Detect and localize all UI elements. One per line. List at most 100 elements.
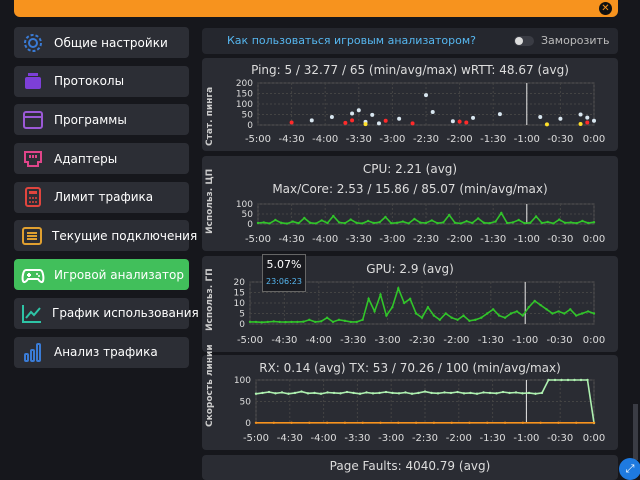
x-tick-label: -4:30	[277, 433, 303, 444]
data-point	[488, 222, 491, 225]
sidebar-item-4[interactable]: Лимит трафика	[14, 181, 189, 213]
x-tick-label: -2:00	[446, 433, 472, 444]
window-icon	[21, 109, 45, 131]
data-point	[557, 310, 560, 313]
data-point	[486, 421, 489, 424]
data-point	[457, 119, 462, 124]
sidebar-item-label: Адаптеры	[54, 151, 118, 166]
data-point	[355, 320, 358, 324]
data-point	[426, 306, 430, 309]
x-tick-label: -1:00	[512, 335, 538, 346]
data-point	[272, 421, 275, 424]
data-point	[285, 222, 289, 225]
sidebar-item-0[interactable]: Общие настройки	[14, 27, 189, 58]
sidebar-item-2[interactable]: Программы	[14, 104, 189, 136]
data-point	[356, 108, 361, 113]
data-point	[453, 221, 457, 224]
sidebar-item-5[interactable]: Текущие подключения	[14, 220, 197, 252]
data-point	[587, 221, 590, 225]
data-point	[331, 320, 335, 324]
x-tick-label: -1:00	[514, 234, 540, 245]
data-point	[401, 220, 405, 223]
data-point	[367, 297, 370, 300]
data-point	[293, 391, 297, 395]
data-point	[486, 312, 489, 315]
data-point	[581, 219, 584, 223]
sidebar-item-8[interactable]: Анализ трафика	[14, 336, 189, 368]
data-point	[592, 312, 596, 315]
data-point	[449, 391, 453, 395]
help-link[interactable]: Как пользоваться игровым анализатором?	[227, 34, 476, 47]
data-point	[544, 122, 549, 127]
data-point	[417, 391, 420, 395]
close-icon[interactable]: ✕	[599, 2, 612, 15]
data-point	[379, 293, 382, 296]
data-point	[414, 312, 418, 315]
network-panel: RX: 0.14 (avg) TX: 53 / 70.26 / 100 (min…	[202, 344, 618, 450]
y-tick-label: 50	[242, 111, 254, 121]
data-point	[575, 222, 578, 225]
data-point	[523, 222, 526, 225]
data-point	[410, 392, 414, 395]
data-point	[575, 421, 578, 424]
data-point	[456, 318, 459, 321]
data-point	[419, 221, 422, 224]
sidebar-item-7[interactable]: График использования	[14, 297, 199, 329]
data-point	[503, 421, 507, 424]
x-tick-label: -4:00	[306, 335, 332, 346]
data-point	[580, 312, 584, 315]
cpu-chart: -5:00 -4:30 -4:00 -3:30 -3:00 -2:30 -2:00 -1:30…	[236, 200, 605, 245]
data-point	[306, 392, 310, 395]
data-point	[450, 119, 455, 124]
data-point	[488, 391, 492, 395]
data-point	[403, 301, 406, 305]
data-point	[469, 391, 472, 395]
data-point	[361, 421, 364, 424]
y-tick-label: 0	[245, 419, 251, 429]
data-point	[302, 320, 305, 323]
tooltip-value: 5.07%	[266, 258, 302, 271]
cpu-panel: CPU: 2.21 (avg) Max/Core: 2.53 / 15.86 /…	[202, 156, 618, 251]
scrollbar[interactable]	[633, 404, 638, 460]
page-faults-panel: Page Faults: 4040.79 (avg)	[202, 455, 618, 480]
data-point	[432, 421, 436, 424]
data-point	[540, 391, 544, 395]
data-point	[579, 378, 583, 382]
expand-icon[interactable]: ⤢	[619, 458, 640, 480]
x-tick-label: 0:00	[583, 335, 605, 346]
data-point	[350, 118, 355, 123]
data-point	[430, 219, 433, 222]
x-tick-label: -3:00	[379, 134, 405, 145]
data-point	[329, 115, 334, 120]
x-tick-label: -5:00	[245, 234, 271, 245]
data-point	[272, 320, 275, 323]
sidebar-item-3[interactable]: Адаптеры	[14, 143, 189, 175]
sidebar-item-6[interactable]: Игровой анализатор	[14, 259, 189, 291]
data-point	[332, 391, 336, 395]
data-point	[557, 421, 560, 424]
data-point	[540, 221, 544, 225]
data-point	[319, 320, 323, 323]
data-point	[563, 221, 567, 224]
sidebar-item-1[interactable]: Протоколы	[14, 65, 189, 97]
data-point	[260, 321, 264, 324]
data-point	[320, 219, 323, 222]
data-point	[592, 421, 596, 424]
data-point	[436, 392, 440, 395]
data-point	[563, 312, 566, 315]
data-point	[256, 221, 260, 225]
list-icon	[21, 225, 43, 247]
data-point	[503, 316, 507, 319]
x-tick-label: -2:30	[413, 234, 439, 245]
freeze-toggle[interactable]	[514, 36, 534, 46]
x-tick-label: -3:00	[378, 433, 404, 444]
x-tick-label: -0:30	[547, 134, 573, 145]
data-point	[366, 219, 370, 223]
data-point	[266, 320, 269, 324]
y-tick-label: 0	[239, 320, 245, 330]
data-point	[508, 391, 511, 395]
data-point	[372, 221, 376, 225]
data-point	[444, 312, 447, 315]
sidebar-item-label: Текущие подключения	[52, 228, 198, 243]
data-point	[254, 421, 258, 424]
